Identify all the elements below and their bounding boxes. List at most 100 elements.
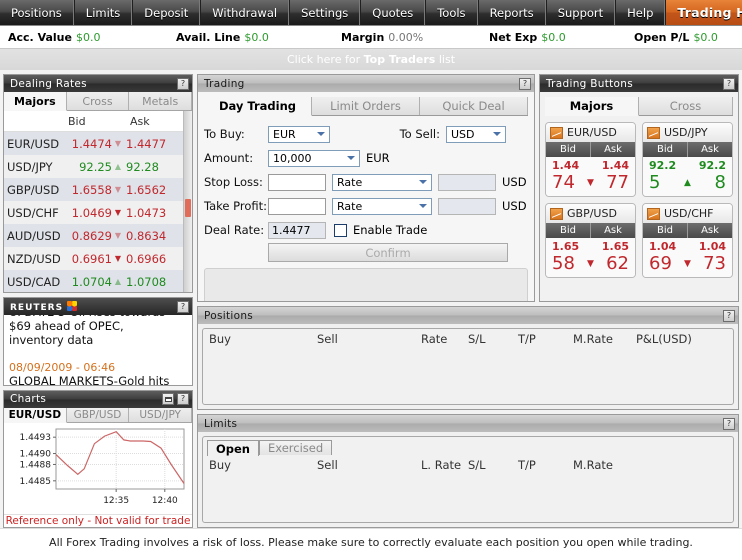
to-buy-select[interactable]: EUR	[268, 125, 330, 143]
nav-item-support[interactable]: Support	[545, 0, 616, 25]
news-scroll-content: UPDATE 3-Oil rises towards $69 ahead of …	[9, 315, 187, 384]
limits-tab-open[interactable]: Open	[207, 440, 259, 456]
help-icon[interactable]: ?	[177, 300, 189, 313]
nav-item-trading-home[interactable]: Trading Home	[665, 0, 742, 25]
help-icon[interactable]: ?	[177, 393, 189, 406]
tb-tab-majors[interactable]: Majors	[545, 97, 639, 116]
rate-row[interactable]: EUR/USD 1.4474 ▼ 1.4477	[4, 132, 183, 155]
chart-icon[interactable]	[647, 207, 660, 220]
to-sell-select[interactable]: USD	[446, 125, 506, 143]
tbox-bid-pips[interactable]: 69	[649, 253, 680, 274]
trading-tab-quick-deal[interactable]: Quick Deal	[420, 97, 528, 115]
rates-tab-majors[interactable]: Majors	[4, 92, 67, 111]
trading-tab-limit-orders[interactable]: Limit Orders	[312, 97, 420, 115]
nav-item-help[interactable]: Help	[615, 0, 666, 25]
news-next-headline[interactable]: GLOBAL MARKETS-Gold hits	[9, 374, 187, 384]
scrollbar-thumb[interactable]	[185, 199, 191, 217]
rate-bid[interactable]: 0.6961	[60, 252, 112, 266]
rate-ask[interactable]: 0.6966	[124, 252, 182, 266]
svg-text:12:40: 12:40	[152, 496, 178, 506]
tbox-bid-pips[interactable]: 58	[552, 253, 583, 274]
nav-item-limits[interactable]: Limits	[73, 0, 133, 25]
tbox-ask-pips[interactable]: 8	[696, 172, 726, 193]
chart-icon[interactable]	[550, 207, 563, 220]
chart-tab-eur-usd[interactable]: EUR/USD	[4, 407, 67, 423]
nav-item-quotes[interactable]: Quotes	[360, 0, 426, 25]
dealing-rates-scrollbar[interactable]	[183, 111, 192, 293]
nav-item-settings[interactable]: Settings	[289, 0, 361, 25]
rate-ask[interactable]: 1.6562	[124, 183, 182, 197]
limits-tab-exercised[interactable]: Exercised	[259, 440, 333, 455]
rates-tab-metals[interactable]: Metals	[129, 92, 192, 110]
tbox-ask-pips[interactable]: 62	[599, 253, 629, 274]
enable-trade-checkbox[interactable]	[334, 223, 347, 237]
rate-row[interactable]: USD/JPY 92.25 ▲ 92.28	[4, 155, 183, 178]
rate-bid[interactable]: 0.8629	[60, 229, 112, 243]
main-navigation: Positions Limits Deposit Withdrawal Settings…	[0, 0, 742, 26]
news-headline-line3[interactable]: inventory data	[9, 333, 187, 347]
rate-ask[interactable]: 1.4477	[124, 137, 182, 151]
rate-row[interactable]: USD/CHF 1.0469 ▼ 1.0473	[4, 201, 183, 224]
chart-tab-usd-jpy[interactable]: USD/JPY	[129, 407, 192, 422]
tbox-bid-ask-header: Bid Ask	[643, 142, 732, 157]
nav-item-deposit[interactable]: Deposit	[132, 0, 201, 25]
help-icon[interactable]: ?	[177, 77, 189, 90]
chart-icon[interactable]	[550, 126, 563, 139]
trading-button-usd-chf[interactable]: USD/CHF Bid Ask 1.04 1.04 69 ▼ 73	[642, 203, 733, 278]
rate-bid[interactable]: 1.0469	[60, 206, 112, 220]
rate-bid[interactable]: 1.6558	[60, 183, 112, 197]
confirm-button[interactable]: Confirm	[268, 243, 508, 262]
tbox-bid-pips[interactable]: 5	[649, 172, 680, 193]
chart-tab-gbp-usd[interactable]: GBP/USD	[66, 407, 130, 422]
column-header: Buy	[209, 331, 231, 346]
column-header: S/L	[468, 457, 486, 472]
rate-ask[interactable]: 0.8634	[124, 229, 182, 243]
rate-ask[interactable]: 1.0473	[124, 206, 182, 220]
help-icon[interactable]: ?	[723, 77, 735, 90]
stop-loss-alt-input[interactable]	[438, 173, 496, 191]
take-profit-alt-input[interactable]	[438, 197, 496, 215]
stop-loss-input[interactable]	[268, 173, 326, 191]
nav-item-positions[interactable]: Positions	[0, 0, 74, 25]
trading-button-gbp-usd[interactable]: GBP/USD Bid Ask 1.65 1.65 58 ▼ 62	[545, 203, 636, 278]
rate-bid[interactable]: 1.0704	[60, 275, 112, 289]
news-headline-line2[interactable]: $69 ahead of OPEC,	[9, 319, 187, 333]
to-buy-label: To Buy:	[204, 127, 245, 141]
take-profit-mode-select[interactable]: Rate	[332, 197, 432, 215]
trading-button-eur-usd[interactable]: EUR/USD Bid Ask 1.44 1.44 74 ▼ 77	[545, 122, 636, 197]
rate-row[interactable]: GBP/USD 1.6558 ▼ 1.6562	[4, 178, 183, 201]
nav-item-tools[interactable]: Tools	[425, 0, 478, 25]
rate-bid[interactable]: 1.4474	[60, 137, 112, 151]
rate-bid[interactable]: 92.25	[60, 160, 112, 174]
tbox-ask-label: Ask	[701, 144, 719, 155]
take-profit-input[interactable]	[268, 197, 326, 215]
rate-ask[interactable]: 92.28	[124, 160, 182, 174]
tbox-prices: 1.04 1.04 69 ▼ 73	[643, 238, 732, 277]
help-icon[interactable]: ?	[723, 309, 735, 322]
column-header: Sell	[317, 331, 338, 346]
tb-tab-cross[interactable]: Cross	[639, 97, 733, 115]
tbox-ask-pips[interactable]: 73	[696, 253, 726, 274]
maximize-icon[interactable]	[162, 393, 174, 406]
stop-loss-mode-select[interactable]: Rate	[332, 173, 432, 191]
rate-ask[interactable]: 1.0708	[124, 275, 182, 289]
trading-button-usd-jpy[interactable]: USD/JPY Bid Ask 92.2 92.2 5 ▲ 8	[642, 122, 733, 197]
tbox-bid-pips[interactable]: 74	[552, 172, 583, 193]
news-list[interactable]: UPDATE 3-Oil rises towards $69 ahead of …	[4, 315, 192, 385]
help-icon[interactable]: ?	[723, 417, 735, 430]
trading-tab-day-trading[interactable]: Day Trading	[204, 97, 312, 116]
price-chart[interactable]: 1.4493 1.4490 1.4488 1.4485 12:35 12:40	[4, 422, 192, 514]
info-open-p-l: Open P/L $0.0	[634, 31, 718, 44]
amount-select[interactable]: 10,000	[268, 149, 360, 167]
tbox-ask-pips[interactable]: 77	[599, 172, 629, 193]
help-icon[interactable]: ?	[519, 77, 531, 90]
rates-tab-cross[interactable]: Cross	[66, 92, 130, 110]
rate-row[interactable]: USD/CAD 1.0704 ▲ 1.0708	[4, 270, 183, 293]
column-header: P&L(USD)	[636, 331, 692, 346]
nav-item-withdrawal[interactable]: Withdrawal	[200, 0, 290, 25]
rate-row[interactable]: NZD/USD 0.6961 ▼ 0.6966	[4, 247, 183, 270]
nav-item-reports[interactable]: Reports	[477, 0, 546, 25]
top-traders-banner[interactable]: Click here for Top Traders list	[0, 49, 742, 70]
chart-icon[interactable]	[647, 126, 660, 139]
rate-row[interactable]: AUD/USD 0.8629 ▼ 0.8634	[4, 224, 183, 247]
